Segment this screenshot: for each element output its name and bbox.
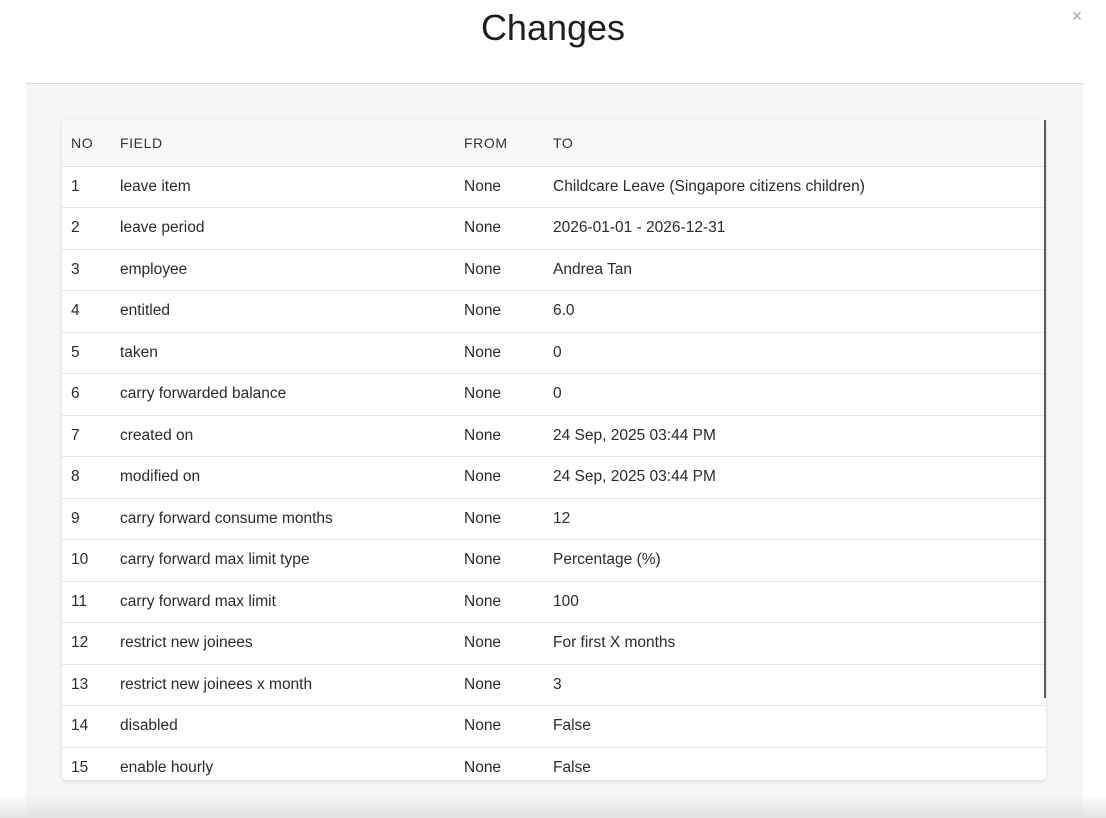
changes-table-card[interactable]: NO FIELD FROM TO 1 leave item None Childcar… [62, 120, 1046, 780]
table-row: 13 restrict new joinees x month None 3 [62, 664, 1046, 706]
cell-from: None [464, 581, 553, 623]
table-row: 5 taken None 0 [62, 332, 1046, 374]
changes-modal: Changes × NO FIELD FROM TO 1 leave item No… [0, 0, 1106, 818]
cell-field: taken [120, 332, 464, 374]
cell-no: 4 [62, 290, 120, 333]
cell-from: None [464, 249, 553, 291]
cell-to: 6.0 [553, 290, 1046, 333]
cell-field: leave period [120, 207, 464, 250]
table-row: 1 leave item None Childcare Leave (Singapor… [62, 166, 1046, 208]
cell-no: 6 [62, 373, 120, 416]
table-row: 15 enable hourly None False [62, 747, 1046, 780]
cell-to: False [553, 747, 1046, 780]
table-row: 3 employee None Andrea Tan [62, 249, 1046, 291]
cell-field: created on [120, 415, 464, 457]
cell-field: modified on [120, 456, 464, 499]
cell-to: 2026-01-01 - 2026-12-31 [553, 207, 1046, 250]
cell-no: 5 [62, 332, 120, 374]
table-scrollbar[interactable] [1044, 120, 1046, 698]
cell-from: None [464, 373, 553, 416]
modal-title: Changes [480, 7, 626, 48]
column-header-from: FROM [464, 120, 553, 167]
table-row: 11 carry forward max limit None 100 [62, 581, 1046, 623]
cell-from: None [464, 207, 553, 250]
cell-field: carry forward max limit type [120, 539, 464, 582]
cell-no: 1 [62, 166, 120, 208]
cell-to: Andrea Tan [553, 249, 1046, 291]
cell-to: Percentage (%) [553, 539, 1046, 582]
column-header-no: NO [62, 120, 120, 167]
cell-to: 100 [553, 581, 1046, 623]
cell-to: 24 Sep, 2025 03:44 PM [553, 415, 1046, 457]
cell-from: None [464, 415, 553, 457]
cell-to: 24 Sep, 2025 03:44 PM [553, 456, 1046, 499]
cell-field: carry forward max limit [120, 581, 464, 623]
cell-field: carry forward consume months [120, 498, 464, 540]
cell-field: restrict new joinees x month [120, 664, 464, 706]
cell-to: Childcare Leave (Singapore citizens chil… [553, 166, 1046, 208]
cell-no: 9 [62, 498, 120, 540]
table-row: 10 carry forward max limit type None Percen… [62, 539, 1046, 582]
table-row: 12 restrict new joinees None For first X mo… [62, 622, 1046, 665]
cell-to: 0 [553, 373, 1046, 416]
column-header-field: FIELD [120, 120, 464, 167]
column-header-to: TO [553, 120, 1046, 167]
cell-no: 13 [62, 664, 120, 706]
cell-no: 11 [62, 581, 120, 623]
cell-field: entitled [120, 290, 464, 333]
modal-body[interactable]: NO FIELD FROM TO 1 leave item None Childcar… [26, 84, 1083, 818]
cell-from: None [464, 290, 553, 333]
changes-table: NO FIELD FROM TO 1 leave item None Childcar… [62, 120, 1046, 780]
cell-field: restrict new joinees [120, 622, 464, 665]
cell-from: None [464, 705, 553, 748]
cell-no: 8 [62, 456, 120, 499]
cell-to: For first X months [553, 622, 1046, 665]
cell-no: 12 [62, 622, 120, 665]
table-row: 8 modified on None 24 Sep, 2025 03:44 PM [62, 456, 1046, 499]
cell-from: None [464, 747, 553, 780]
cell-from: None [464, 622, 553, 665]
table-row: 14 disabled None False [62, 705, 1046, 748]
table-header-row: NO FIELD FROM TO [62, 120, 1046, 167]
cell-to: 0 [553, 332, 1046, 374]
table-body: 1 leave item None Childcare Leave (Singapor… [62, 166, 1046, 780]
cell-from: None [464, 498, 553, 540]
cell-field: carry forwarded balance [120, 373, 464, 416]
cell-no: 2 [62, 207, 120, 250]
close-icon[interactable]: × [1070, 6, 1084, 26]
table-row: 6 carry forwarded balance None 0 [62, 373, 1046, 416]
cell-no: 10 [62, 539, 120, 582]
table-row: 9 carry forward consume months None 12 [62, 498, 1046, 540]
table-row: 4 entitled None 6.0 [62, 290, 1046, 333]
cell-field: disabled [120, 705, 464, 748]
cell-field: leave item [120, 166, 464, 208]
table-row: 7 created on None 24 Sep, 2025 03:44 PM [62, 415, 1046, 457]
cell-from: None [464, 456, 553, 499]
cell-no: 14 [62, 705, 120, 748]
cell-to: False [553, 705, 1046, 748]
cell-field: enable hourly [120, 747, 464, 780]
cell-to: 12 [553, 498, 1046, 540]
cell-field: employee [120, 249, 464, 291]
cell-from: None [464, 166, 553, 208]
cell-to: 3 [553, 664, 1046, 706]
table-row: 2 leave period None 2026-01-01 - 2026-12-31 [62, 207, 1046, 250]
cell-from: None [464, 332, 553, 374]
bottom-shade [0, 794, 1106, 818]
cell-no: 3 [62, 249, 120, 291]
cell-no: 15 [62, 747, 120, 780]
cell-no: 7 [62, 415, 120, 457]
cell-from: None [464, 539, 553, 582]
cell-from: None [464, 664, 553, 706]
